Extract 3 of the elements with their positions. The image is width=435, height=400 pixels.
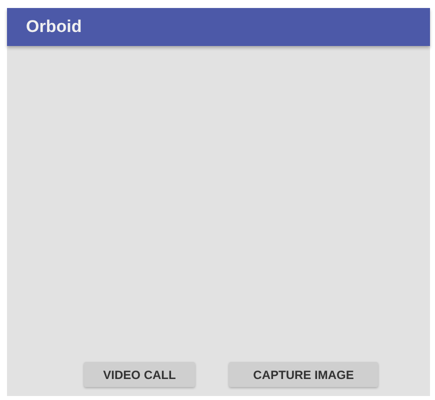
capture-image-button[interactable]: CAPTURE IMAGE <box>229 362 378 387</box>
app-title: Orboid <box>26 17 82 37</box>
video-call-button[interactable]: VIDEO CALL <box>84 362 195 387</box>
